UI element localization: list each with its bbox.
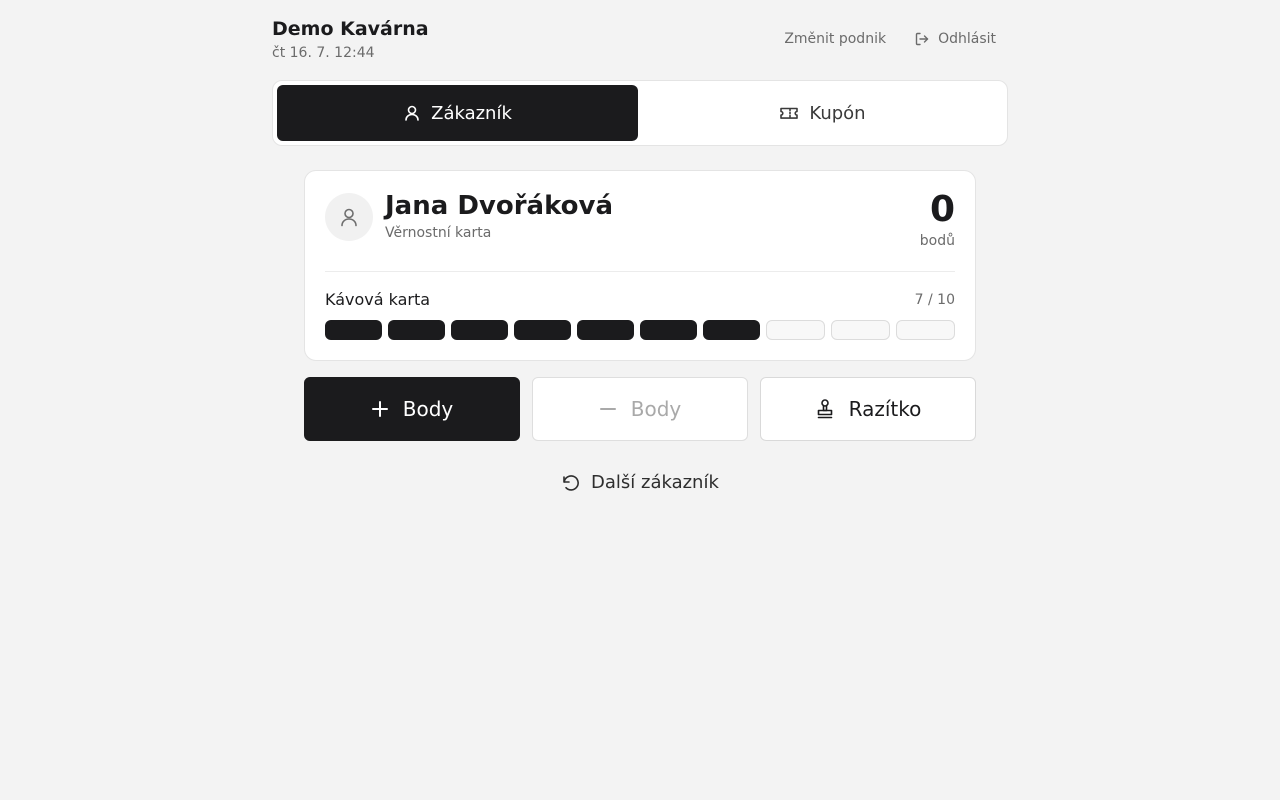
stamp-empty	[896, 320, 955, 340]
next-customer-label: Další zákazník	[591, 472, 719, 493]
logout-label: Odhlásit	[938, 31, 996, 47]
current-datetime: čt 16. 7. 12:44	[272, 45, 375, 61]
change-business-link[interactable]: Změnit podnik	[784, 31, 886, 47]
stamp-button[interactable]: Razítko	[760, 377, 976, 441]
mode-tabs: Zákazník Kupón	[272, 80, 1008, 146]
header: Demo Kavárna čt 16. 7. 12:44 Změnit podn…	[272, 18, 1008, 68]
header-actions: Změnit podnik Odhlásit	[784, 31, 996, 47]
points-unit: bodů	[919, 233, 955, 249]
subtract-points-label: Body	[630, 397, 682, 421]
avatar	[325, 193, 373, 241]
stamp-card-label: Kávová karta	[325, 290, 431, 309]
tab-customer[interactable]: Zákazník	[277, 85, 638, 141]
tab-coupon[interactable]: Kupón	[642, 85, 1003, 141]
add-points-button[interactable]: Body	[304, 377, 520, 441]
stamp-filled	[325, 320, 382, 340]
stamp-filled	[451, 320, 508, 340]
subtract-points-button[interactable]: Body	[532, 377, 748, 441]
minus-icon	[599, 408, 616, 410]
add-points-label: Body	[402, 397, 454, 421]
next-customer-button[interactable]: Další zákazník	[561, 472, 719, 493]
customer-name: Jana Dvořáková	[385, 191, 614, 221]
stamp-card-count: 7 / 10	[914, 292, 955, 308]
user-icon	[341, 208, 357, 227]
stamp-icon	[817, 399, 832, 419]
change-business-label: Změnit podnik	[784, 31, 887, 47]
business-name: Demo Kavárna	[272, 18, 429, 40]
stamp-filled	[577, 320, 634, 340]
stamp-empty	[831, 320, 890, 340]
logout-icon	[915, 32, 929, 46]
customer-subtitle: Věrnostní karta	[385, 225, 492, 241]
customer-card: Jana Dvořáková Věrnostní karta 0 bodů Ká…	[304, 170, 976, 361]
stamp-empty	[766, 320, 825, 340]
card-divider	[325, 271, 955, 272]
plus-icon	[371, 401, 388, 417]
point-actions: Body Body Razítko	[304, 377, 976, 441]
reset-icon	[563, 474, 579, 491]
logout-link[interactable]: Odhlásit	[914, 31, 996, 47]
user-icon	[405, 105, 419, 121]
stamp-filled	[703, 320, 760, 340]
stamp-label: Razítko	[848, 397, 922, 421]
tab-coupon-label: Kupón	[809, 102, 866, 124]
ticket-icon	[780, 107, 799, 119]
stamp-progress	[325, 320, 955, 340]
stamp-filled	[514, 320, 571, 340]
stamp-filled	[640, 320, 697, 340]
tab-customer-label: Zákazník	[431, 102, 512, 124]
stamp-filled	[388, 320, 445, 340]
points-value: 0	[929, 189, 955, 230]
